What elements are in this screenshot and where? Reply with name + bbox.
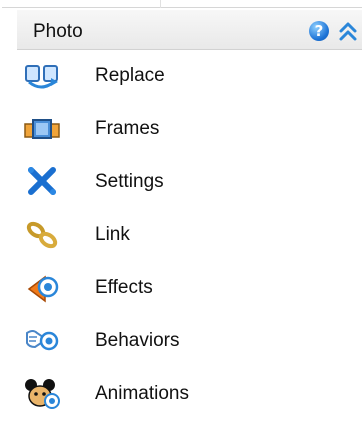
menu-item-label: Link [95, 224, 130, 245]
panel-header[interactable]: Photo ? [17, 10, 362, 50]
top-divider [0, 0, 362, 10]
menu-item-label: Settings [95, 171, 164, 192]
panel-title: Photo [33, 21, 83, 42]
help-icon[interactable]: ? [309, 21, 329, 41]
menu-item-frames[interactable]: Frames [17, 103, 362, 156]
menu-item-behaviors[interactable]: Behaviors [17, 315, 362, 368]
menu-item-replace[interactable]: Replace [17, 50, 362, 103]
menu-item-label: Effects [95, 277, 153, 298]
double-chevron-up-icon[interactable] [337, 19, 359, 43]
behaviors-icon [23, 325, 61, 357]
menu-item-settings[interactable]: Settings [17, 156, 362, 209]
menu-item-effects[interactable]: Effects [17, 262, 362, 315]
replace-icon [23, 60, 61, 92]
menu-item-animations[interactable]: Animations [17, 368, 362, 421]
menu-item-label: Frames [95, 118, 160, 139]
frames-icon [23, 113, 61, 145]
menu-item-label: Behaviors [95, 330, 180, 351]
effects-icon [23, 272, 61, 304]
menu-item-link[interactable]: Link [17, 209, 362, 262]
settings-icon [23, 166, 61, 198]
menu-item-label: Animations [95, 383, 189, 404]
photo-menu: Replace Frames Settings Link Effects Beh… [17, 50, 362, 421]
animations-icon [23, 378, 61, 410]
menu-item-label: Replace [95, 65, 165, 86]
link-icon [23, 219, 61, 251]
